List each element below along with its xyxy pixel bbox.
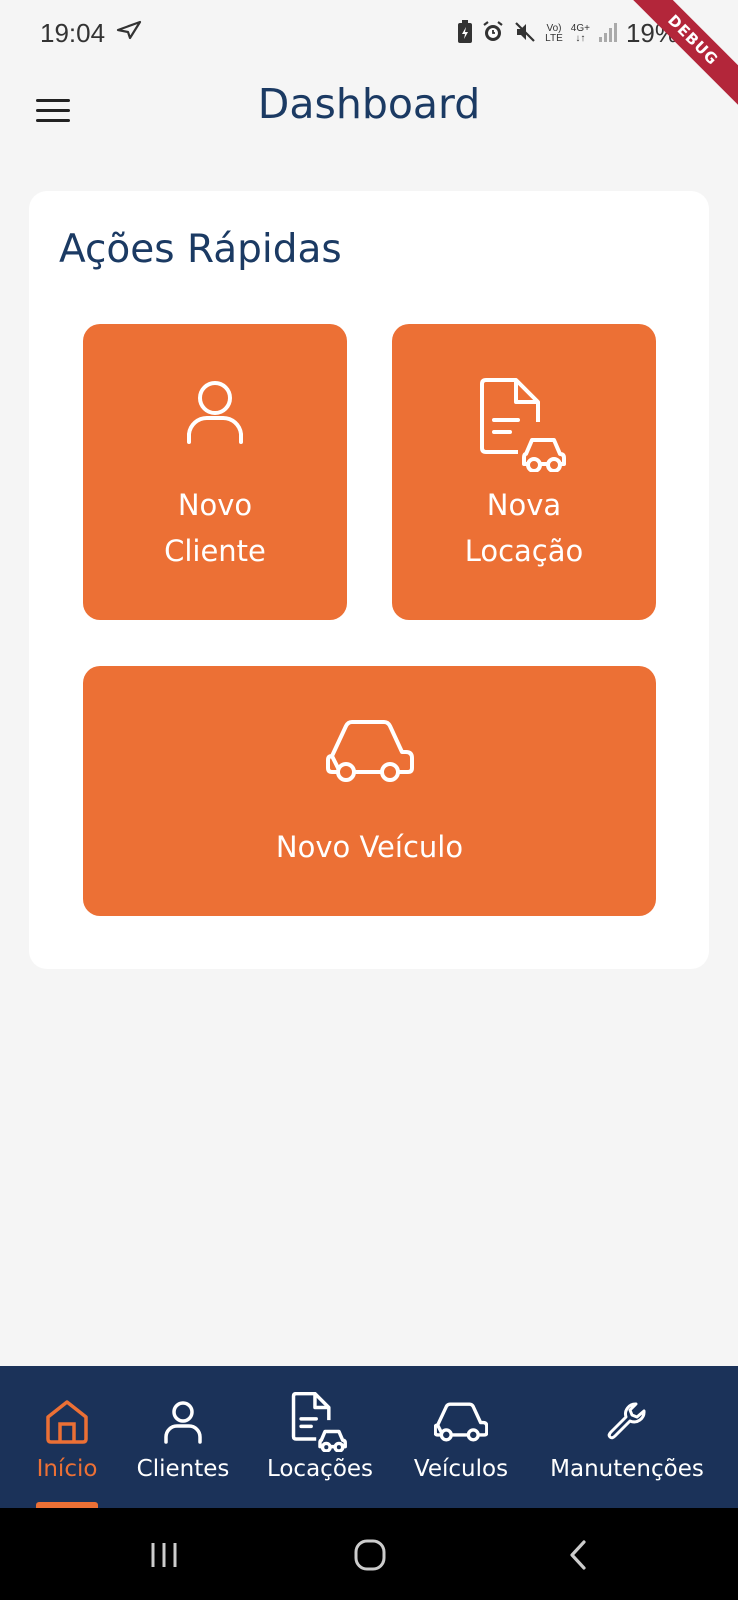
app-bar: Dashboard [0,70,738,150]
new-client-label: Novo Cliente [164,488,266,568]
status-bar: 19:04 Vo) LTE 4G+ ↓↑ 19% DEBUG [0,0,738,111]
nav-item-inicio[interactable]: Início [22,1366,112,1508]
new-vehicle-button[interactable]: Novo Veículo [83,666,656,916]
quick-actions-title: Ações Rápidas [59,227,342,272]
status-time: 19:04 [40,18,106,48]
system-navigation-bar [0,1508,738,1600]
recents-icon[interactable] [134,1530,194,1580]
new-client-button[interactable]: Novo Cliente [83,324,347,620]
alarm-icon [481,20,505,48]
volte-icon: Vo) LTE [545,22,563,44]
nav-label-manutencoes: Manutenções [550,1456,704,1482]
nav-label-clientes: Clientes [136,1456,230,1482]
status-icons: Vo) LTE 4G+ ↓↑ 19% [457,18,678,49]
new-vehicle-label: Novo Veículo [275,830,464,864]
quick-actions-card: Ações Rápidas Novo Cliente Nova Locação … [29,191,709,969]
nav-item-clientes[interactable]: Clientes [128,1366,238,1508]
person-icon [183,378,247,446]
document-car-icon [478,378,570,473]
car-icon [325,718,414,784]
navigation-icon [116,20,142,44]
person-icon [163,1396,203,1448]
new-rental-button[interactable]: Nova Locação [392,324,656,620]
new-rental-label: Nova Locação [464,488,584,568]
home-circle-icon[interactable] [340,1530,400,1580]
battery-saver-icon [457,19,473,48]
nav-label-inicio: Início [36,1456,98,1482]
nav-item-locacoes[interactable]: Locações [258,1366,382,1508]
nav-item-manutencoes[interactable]: Manutenções [544,1366,710,1508]
home-icon [44,1396,90,1448]
car-icon [434,1396,488,1448]
document-car-icon [291,1392,349,1452]
4g-icon: 4G+ ↓↑ [570,22,590,44]
nav-item-veiculos[interactable]: Veículos [406,1366,516,1508]
page-title: Dashboard [257,80,481,128]
nav-label-veiculos: Veículos [413,1456,509,1482]
nav-label-locacoes: Locações [266,1456,374,1482]
bottom-navigation: Início Clientes Locações Veículos Manute… [0,1366,738,1508]
wrench-icon [606,1396,648,1448]
back-icon[interactable] [548,1530,608,1580]
mute-icon [513,20,537,48]
signal-icon [598,21,618,47]
